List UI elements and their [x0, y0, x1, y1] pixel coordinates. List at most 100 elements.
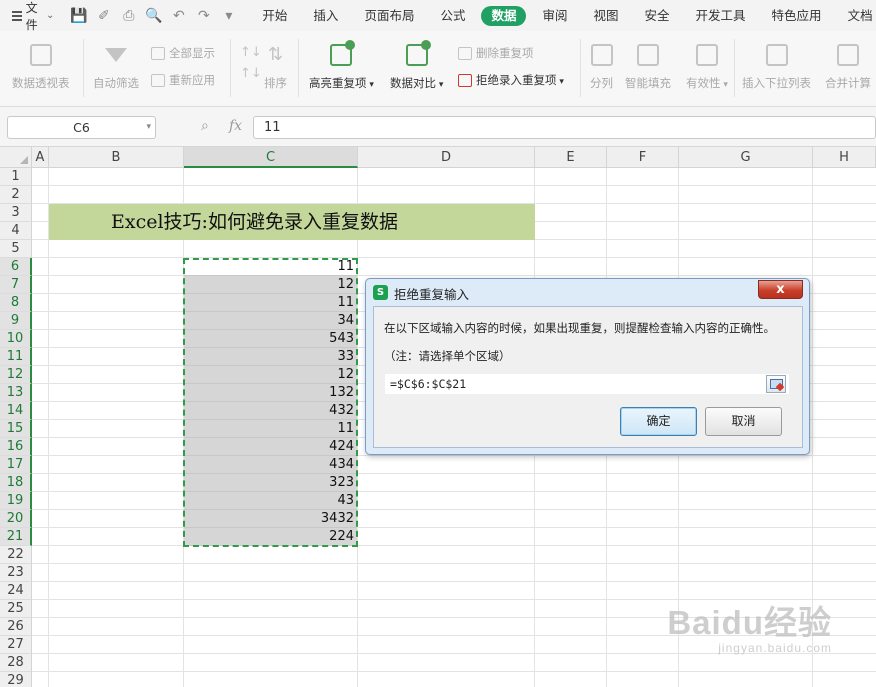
tab-review[interactable]: 审阅 [529, 6, 580, 26]
column-header-e[interactable]: E [535, 147, 607, 168]
row-header-15[interactable]: 15 [0, 420, 32, 438]
ok-button[interactable]: 确定 [620, 407, 697, 436]
row-header-21[interactable]: 21 [0, 528, 32, 546]
column-header-g[interactable]: G [679, 147, 813, 168]
row-header-16[interactable]: 16 [0, 438, 32, 456]
print-icon[interactable]: ⎙ [116, 8, 141, 24]
text-to-columns-button[interactable]: 分列 [590, 44, 613, 91]
auto-filter-button[interactable]: 自动筛选 [93, 44, 139, 91]
tab-developer[interactable]: 开发工具 [683, 6, 759, 26]
show-all-button[interactable]: 全部显示 [151, 45, 215, 61]
row-header-22[interactable]: 22 [0, 546, 32, 564]
validity-button[interactable]: 有效性 [686, 44, 728, 91]
cell-c18[interactable]: 323 [184, 474, 357, 492]
cell-c15[interactable]: 11 [184, 420, 357, 438]
sheet-title-cell[interactable]: Excel技巧:如何避免录入重复数据 [49, 204, 535, 240]
row-header-26[interactable]: 26 [0, 618, 32, 636]
tab-home[interactable]: 开始 [249, 6, 300, 26]
zoom-icon[interactable]: ⌕ [201, 118, 209, 134]
sort-button[interactable]: ⇅ 排序 [264, 44, 287, 91]
row-header-4[interactable]: 4 [0, 222, 32, 240]
file-menu[interactable]: 文件 ⌄ [0, 0, 60, 32]
insert-dropdown-list-button[interactable]: 插入下拉列表 [742, 44, 811, 91]
range-select-icon[interactable] [766, 375, 786, 393]
tab-features[interactable]: 特色应用 [759, 6, 835, 26]
row-header-1[interactable]: 1 [0, 168, 32, 186]
cell-c8[interactable]: 11 [184, 294, 357, 312]
cell-c11[interactable]: 33 [184, 348, 357, 366]
print-preview-icon[interactable]: 🔍 [141, 8, 166, 24]
undo-icon[interactable]: ↶ [166, 8, 191, 24]
row-header-20[interactable]: 20 [0, 510, 32, 528]
column-header-a[interactable]: A [32, 147, 49, 168]
cancel-button[interactable]: 取消 [705, 407, 782, 436]
column-header-d[interactable]: D [358, 147, 535, 168]
row-header-10[interactable]: 10 [0, 330, 32, 348]
column-header-b[interactable]: B [49, 147, 184, 168]
row-header-17[interactable]: 17 [0, 456, 32, 474]
column-header-f[interactable]: F [607, 147, 679, 168]
select-all-corner[interactable] [0, 147, 32, 168]
tab-security[interactable]: 安全 [632, 6, 683, 26]
row-header-2[interactable]: 2 [0, 186, 32, 204]
tab-data[interactable]: 数据 [481, 5, 527, 26]
pivot-table-button[interactable]: 数据透视表 [12, 44, 70, 91]
row-header-24[interactable]: 24 [0, 582, 32, 600]
cell-c9[interactable]: 34 [184, 312, 357, 330]
cell-c14[interactable]: 432 [184, 402, 357, 420]
cell-c17[interactable]: 434 [184, 456, 357, 474]
row-header-23[interactable]: 23 [0, 564, 32, 582]
remove-duplicates-button[interactable]: 删除重复项 [458, 45, 534, 61]
row-header-6[interactable]: 6 [0, 258, 32, 276]
row-header-27[interactable]: 27 [0, 636, 32, 654]
insert-function-icon[interactable]: fx [229, 118, 242, 134]
row-header-19[interactable]: 19 [0, 492, 32, 510]
tab-view[interactable]: 视图 [581, 6, 632, 26]
cell-c20[interactable]: 3432 [184, 510, 357, 528]
cell-c6[interactable]: 11 [184, 258, 357, 276]
format-painter-icon[interactable]: ✐ [91, 8, 116, 24]
data-compare-button[interactable]: 数据对比 [390, 40, 443, 91]
reapply-button[interactable]: 重新应用 [151, 72, 215, 88]
save-icon[interactable]: 💾 [66, 8, 91, 24]
smart-fill-button[interactable]: 智能填充 [625, 44, 671, 91]
tab-page-layout[interactable]: 页面布局 [351, 6, 427, 26]
row-header-11[interactable]: 11 [0, 348, 32, 366]
cell-c7[interactable]: 12 [184, 276, 357, 294]
row-header-25[interactable]: 25 [0, 600, 32, 618]
row-header-28[interactable]: 28 [0, 654, 32, 672]
tab-docs[interactable]: 文档 [835, 6, 876, 26]
cell-c12[interactable]: 12 [184, 366, 357, 384]
redo-icon[interactable]: ↷ [191, 8, 216, 24]
highlight-duplicates-button[interactable]: 高亮重复项 [309, 40, 374, 91]
reject-duplicates-button[interactable]: 拒绝录入重复项 [458, 72, 564, 88]
column-header-h[interactable]: H [813, 147, 876, 168]
cell-c10[interactable]: 543 [184, 330, 357, 348]
row-header-3[interactable]: 3 [0, 204, 32, 222]
row-header-14[interactable]: 14 [0, 402, 32, 420]
close-button[interactable]: x [758, 280, 803, 299]
sort-descending-icon[interactable]: ↑↓ [240, 66, 262, 81]
row-header-18[interactable]: 18 [0, 474, 32, 492]
sort-ascending-icon[interactable]: ↑↓ [240, 45, 262, 60]
row-header-9[interactable]: 9 [0, 312, 32, 330]
customize-toolbar-icon[interactable]: ▾ [216, 8, 241, 24]
cell-c21[interactable]: 224 [184, 528, 357, 546]
column-header-c[interactable]: C [184, 147, 358, 168]
name-box[interactable]: C6 ▾ [7, 116, 156, 139]
tab-formulas[interactable]: 公式 [427, 6, 478, 26]
row-header-12[interactable]: 12 [0, 366, 32, 384]
row-header-13[interactable]: 13 [0, 384, 32, 402]
dialog-title-bar[interactable]: S 拒绝重复输入 x [366, 279, 809, 305]
tab-insert[interactable]: 插入 [300, 6, 351, 26]
consolidate-button[interactable]: 合并计算 [825, 44, 871, 91]
row-header-7[interactable]: 7 [0, 276, 32, 294]
row-header-5[interactable]: 5 [0, 240, 32, 258]
row-header-29[interactable]: 29 [0, 672, 32, 687]
range-input[interactable]: =$C$6:$C$21 [384, 373, 790, 395]
cell-c19[interactable]: 43 [184, 492, 357, 510]
cell-c13[interactable]: 132 [184, 384, 357, 402]
row-header-8[interactable]: 8 [0, 294, 32, 312]
cell-c16[interactable]: 424 [184, 438, 357, 456]
formula-input[interactable]: 11 [253, 116, 876, 139]
